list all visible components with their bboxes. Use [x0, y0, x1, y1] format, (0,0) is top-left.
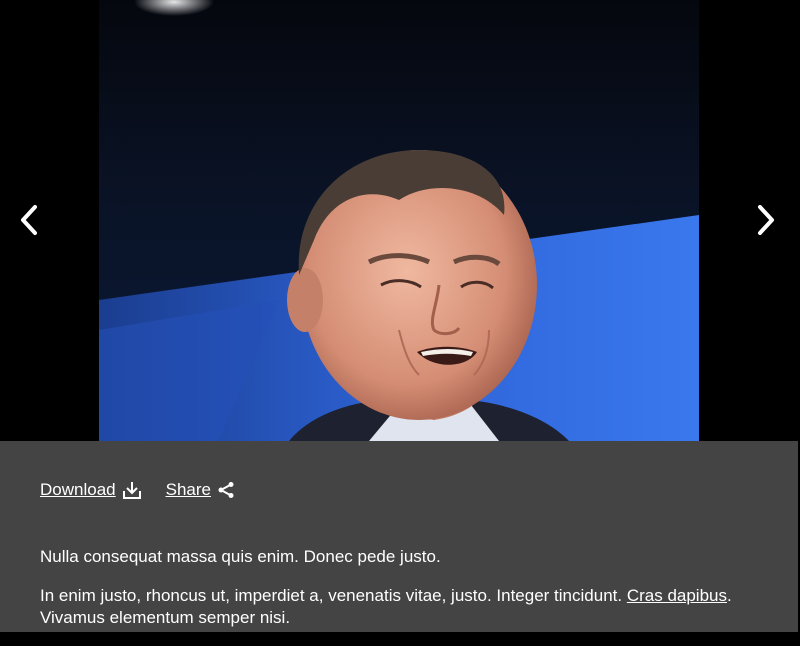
download-icon — [122, 480, 142, 500]
gallery-photo — [99, 0, 699, 441]
caption-text: In enim justo, rhoncus ut, imperdiet a, … — [40, 586, 623, 605]
chevron-right-icon — [758, 205, 774, 235]
photo-caption: Nulla consequat massa quis enim. Donec p… — [40, 546, 760, 646]
caption-paragraph-2: In enim justo, rhoncus ut, imperdiet a, … — [40, 585, 760, 629]
share-icon — [217, 481, 235, 499]
chevron-left-icon — [21, 205, 37, 235]
previous-button[interactable] — [14, 203, 44, 237]
image-viewer — [0, 0, 800, 441]
share-link[interactable]: Share — [166, 480, 235, 500]
caption-link[interactable]: Cras dapibus — [627, 586, 727, 605]
download-label: Download — [40, 480, 116, 499]
next-button[interactable] — [751, 203, 781, 237]
share-label: Share — [165, 480, 211, 499]
caption-paragraph-1: Nulla consequat massa quis enim. Donec p… — [40, 547, 441, 566]
download-link[interactable]: Download — [40, 480, 142, 500]
action-bar: Download Share — [40, 480, 235, 500]
